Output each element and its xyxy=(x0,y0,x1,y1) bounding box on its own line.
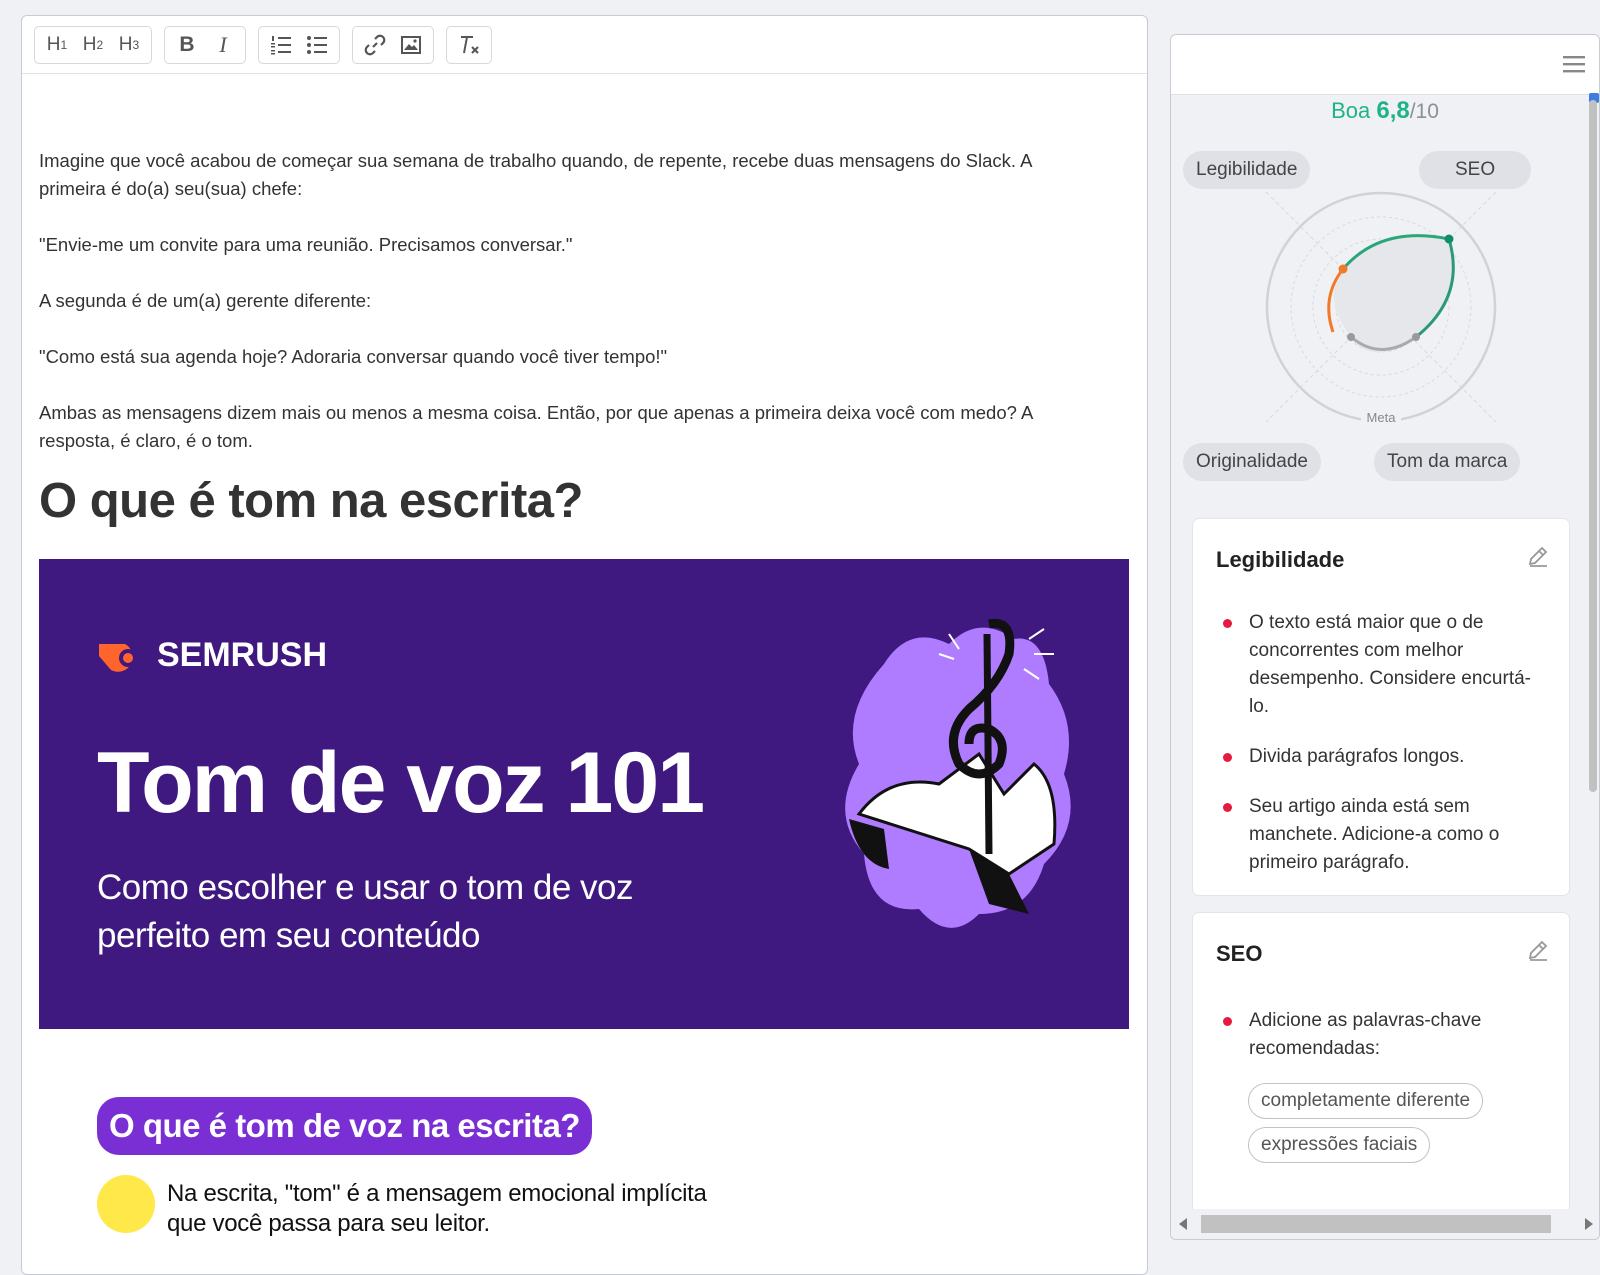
bullet-list-icon xyxy=(307,35,327,54)
h1-sub: 1 xyxy=(60,37,68,52)
editor-toolbar: H1 H2 H3 B I xyxy=(22,16,1147,74)
italic-button[interactable]: I xyxy=(205,29,241,61)
format-group: B I xyxy=(164,25,246,64)
list-item: Adicione as palavras-chave recomendadas: xyxy=(1223,1007,1551,1063)
semrush-flame-icon xyxy=(99,644,137,672)
paragraph: "Como está sua agenda hoje? Adoraria con… xyxy=(39,346,668,367)
editor: H1 H2 H3 B I Imagine que você acabou de … xyxy=(21,15,1148,1275)
list-item: O texto está maior que o de concorrentes… xyxy=(1223,609,1551,721)
horizontal-scrollbar[interactable] xyxy=(1171,1209,1599,1239)
paragraph: Ambas as mensagens dizem mais ou menos a… xyxy=(39,402,1033,451)
banner-subtitle: Como escolher e usar o tom de voz perfei… xyxy=(97,868,633,955)
radar-tag-tom-da-marca[interactable]: Tom da marca xyxy=(1374,443,1521,481)
link-button[interactable] xyxy=(357,29,393,61)
tip-text: Na escrita, "tom" é a mensagem emocional… xyxy=(167,1180,707,1237)
ordered-list-icon xyxy=(271,35,291,54)
scroll-left-arrow-icon[interactable] xyxy=(1179,1218,1187,1230)
radar-tag-originalidade[interactable]: Originalidade xyxy=(1183,443,1321,481)
link-icon xyxy=(364,34,386,55)
semrush-logo: SEMRUSH xyxy=(97,634,327,676)
panel-header xyxy=(1171,35,1599,95)
treble-clef-hand-illustration xyxy=(845,618,1071,928)
radar-tag-seo[interactable]: SEO xyxy=(1419,151,1532,189)
edit-pencil-icon[interactable] xyxy=(1527,939,1549,961)
h1-button[interactable]: H1 xyxy=(39,29,75,61)
keyword-chip[interactable]: completamente diferente xyxy=(1248,1083,1484,1119)
ordered-list-button[interactable] xyxy=(263,29,299,61)
card-title: SEO xyxy=(1216,941,1263,966)
scroll-right-arrow-icon[interactable] xyxy=(1585,1218,1593,1230)
list-item: Seu artigo ainda está sem manchete. Adic… xyxy=(1223,793,1551,877)
h3-button[interactable]: H3 xyxy=(111,29,147,61)
h2-sub: 2 xyxy=(96,37,104,52)
content-score-panel: Boa 6,8/10 Legibilidade SEO Originalidad… xyxy=(1170,34,1600,1240)
hamburger-menu-icon[interactable] xyxy=(1563,55,1585,73)
h3-sub: 3 xyxy=(132,37,140,52)
pill-heading: O que é tom de voz na escrita? xyxy=(97,1097,592,1155)
banner-title: Tom de voz 101 xyxy=(97,735,705,831)
tip-block: Na escrita, "tom" é a mensagem emocional… xyxy=(97,1175,1130,1255)
insert-group xyxy=(352,25,434,64)
radar-chart: Legibilidade SEO Originalidade Tom da ma… xyxy=(1171,125,1599,505)
card-items: O texto está maior que o de concorrentes… xyxy=(1193,609,1569,877)
bold-button[interactable]: B xyxy=(169,29,205,61)
paragraph: A segunda é de um(a) gerente diferente: xyxy=(39,290,372,311)
score-denominator: /10 xyxy=(1409,100,1439,123)
radar-center-label: Meta xyxy=(1367,410,1397,425)
keyword-chip[interactable]: expressões faciais xyxy=(1248,1127,1431,1163)
h1-label: H xyxy=(46,33,61,55)
image-button[interactable] xyxy=(393,29,429,61)
paragraph: "Envie-me um convite para uma reunião. P… xyxy=(39,234,573,255)
pointing-hand-icon xyxy=(97,1175,155,1233)
radar-plot: Meta xyxy=(1265,191,1497,425)
score-value: 6,8 xyxy=(1376,97,1410,124)
brand-name: SEMRUSH xyxy=(157,635,328,674)
editor-content[interactable]: Imagine que você acabou de começar sua s… xyxy=(22,74,1147,1255)
card-seo: SEO Adicione as palavras-chave recomenda… xyxy=(1193,913,1569,1213)
image-icon xyxy=(401,35,421,54)
card-legibilidade: Legibilidade O texto está maior que o de… xyxy=(1193,519,1569,895)
edit-pencil-icon[interactable] xyxy=(1527,545,1549,567)
paragraph: Imagine que você acabou de começar sua s… xyxy=(39,150,1032,199)
h2-label: H xyxy=(82,33,97,55)
h2-button[interactable]: H2 xyxy=(75,29,111,61)
score-label: Boa xyxy=(1331,98,1371,123)
clear-format-icon xyxy=(461,35,479,54)
card-items: Adicione as palavras-chave recomendadas: xyxy=(1193,1007,1569,1063)
article-banner-image: SEMRUSH Tom de voz 101 Como escolher e u… xyxy=(39,559,1129,1029)
overall-score: Boa 6,8/10 xyxy=(1171,97,1599,125)
clear-group xyxy=(446,25,492,64)
radar-tag-legibilidade[interactable]: Legibilidade xyxy=(1183,151,1311,189)
scroll-thumb[interactable] xyxy=(1201,1215,1551,1233)
bullet-list-button[interactable] xyxy=(299,29,335,61)
list-group xyxy=(258,25,340,64)
heading-group: H1 H2 H3 xyxy=(34,25,152,64)
article-heading: O que é tom na escrita? xyxy=(39,474,584,528)
card-title: Legibilidade xyxy=(1216,547,1345,572)
h3-label: H xyxy=(118,33,133,55)
list-item: Divida parágrafos longos. xyxy=(1223,743,1551,771)
clear-format-button[interactable] xyxy=(451,29,487,61)
